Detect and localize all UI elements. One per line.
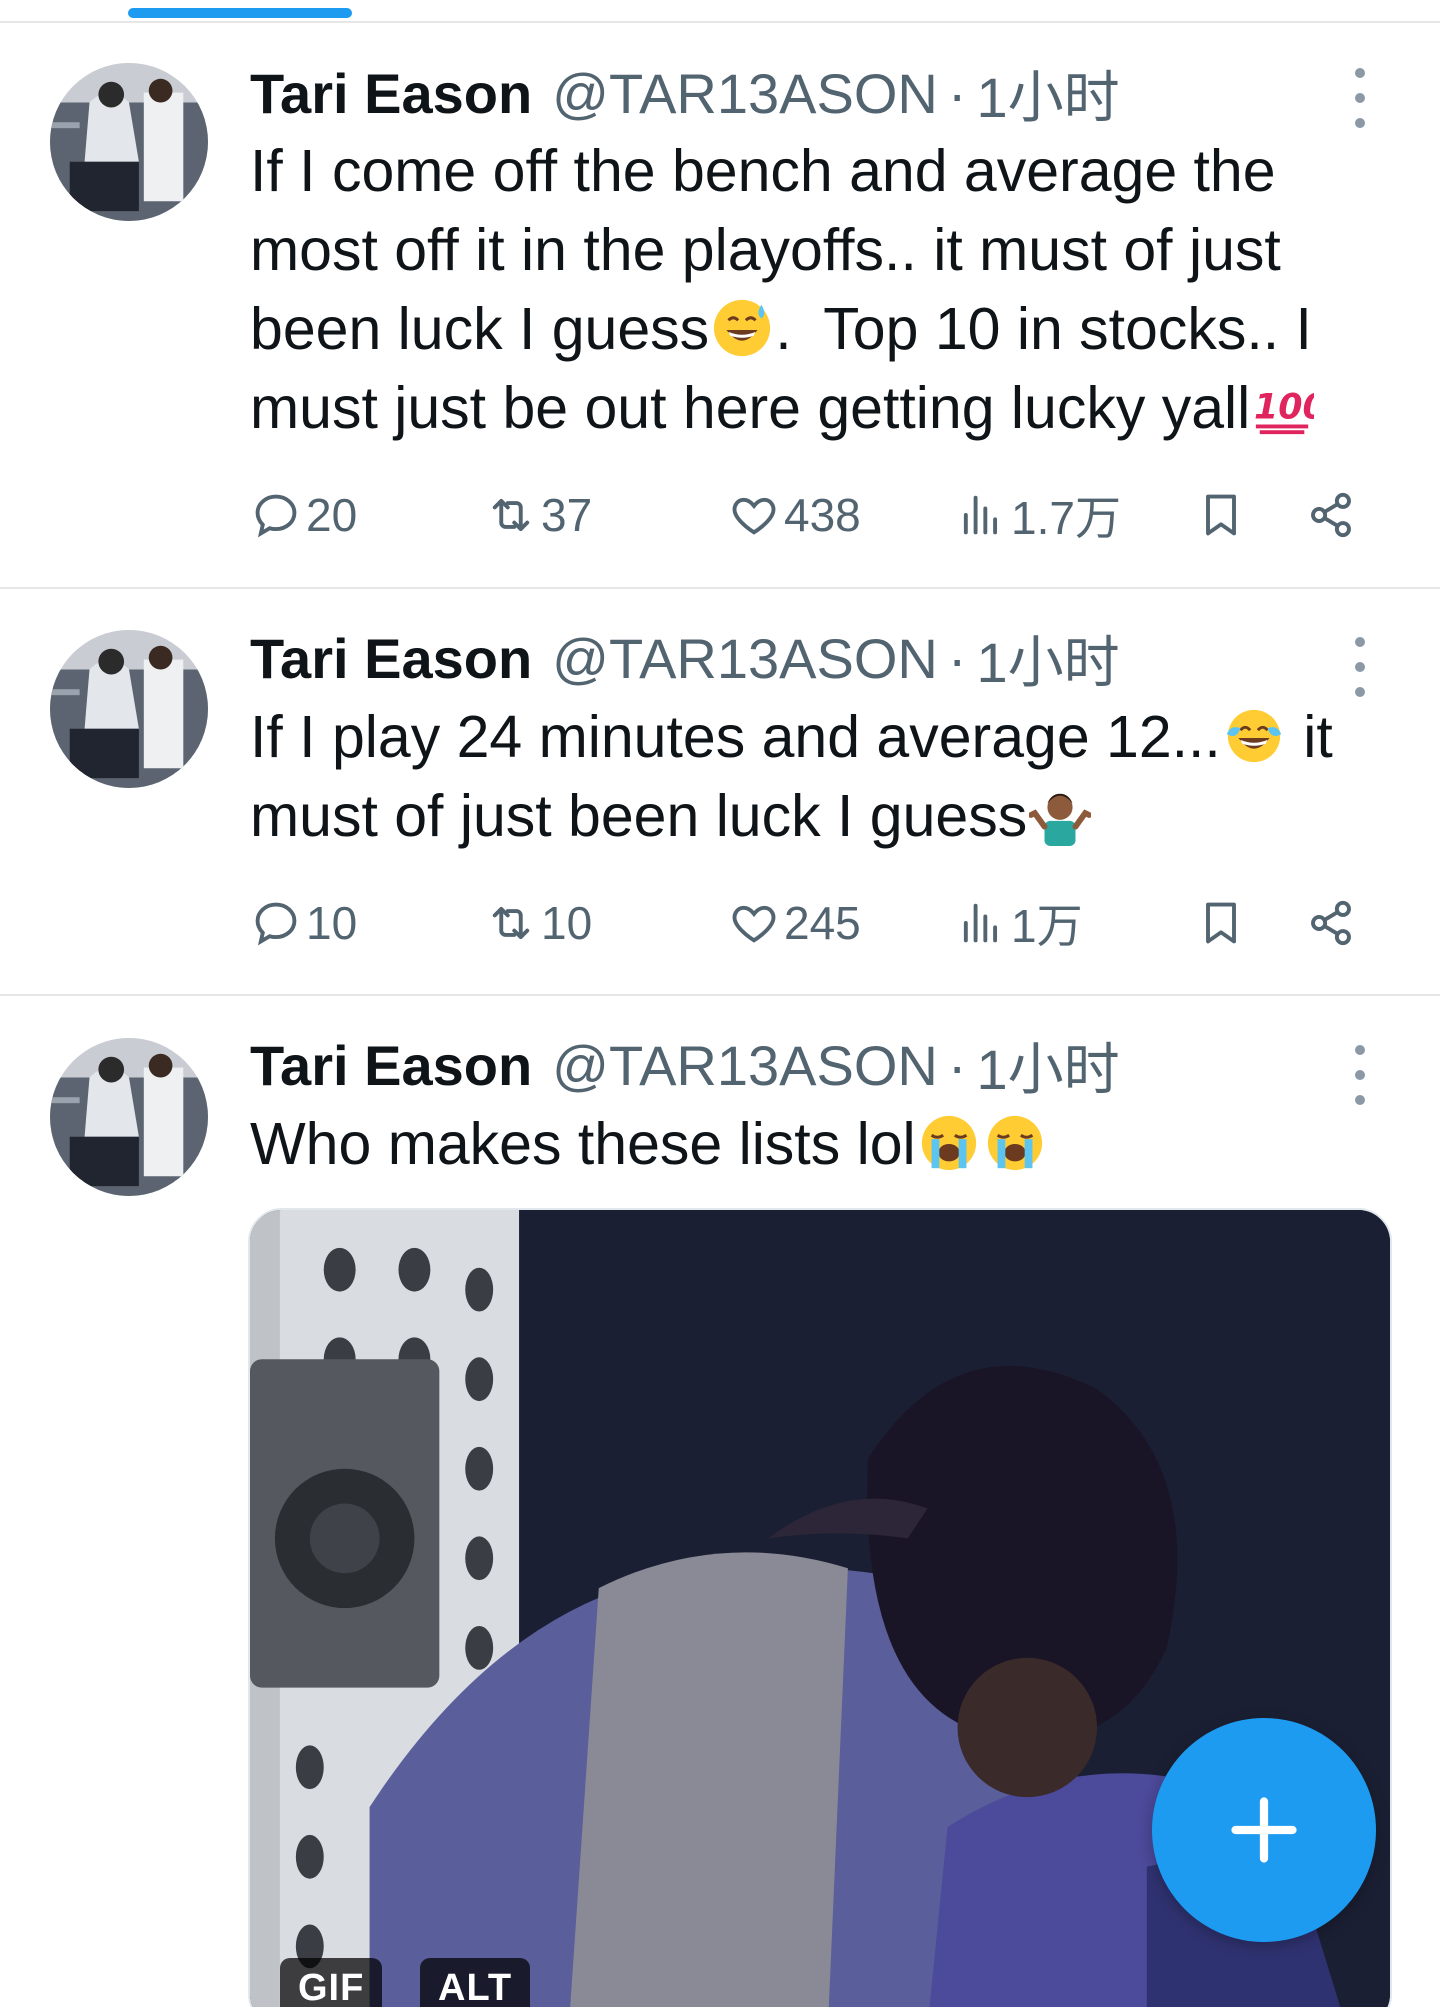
retweet-icon	[492, 906, 530, 940]
views-button[interactable]: 1万	[955, 888, 1083, 958]
views-icon	[963, 903, 998, 943]
heart-icon	[732, 497, 776, 535]
avatar[interactable]	[50, 1038, 208, 1196]
author-handle[interactable]: @TAR13ASON	[552, 626, 938, 691]
tweet-header: Tari Eason @TAR13ASON · 1小时	[250, 58, 1120, 129]
author-name[interactable]: Tari Eason	[250, 1033, 532, 1098]
divider	[0, 994, 1440, 996]
more-options-icon[interactable]	[1345, 68, 1375, 128]
tweet-text: If I come off the bench and average the …	[250, 132, 1390, 448]
reply-count: 20	[306, 489, 358, 541]
avatar[interactable]	[50, 630, 208, 788]
tweet-text: If I play 24 minutes and average 12... i…	[250, 698, 1390, 856]
more-options-icon[interactable]	[1345, 637, 1375, 697]
author-name[interactable]: Tari Eason	[250, 61, 532, 126]
reply-icon	[255, 902, 297, 946]
views-button[interactable]: 1.7万	[955, 480, 1121, 550]
gif-badge: GIF	[280, 1958, 383, 2007]
retweet-count: 37	[541, 489, 593, 541]
svg-text:100: 100	[1254, 388, 1314, 428]
compose-button[interactable]	[1152, 1718, 1376, 1942]
sweat-smile-emoji	[714, 299, 771, 357]
reply-count: 10	[306, 897, 358, 949]
loudly-crying-emoji	[921, 1115, 976, 1171]
like-count: 245	[784, 897, 861, 949]
like-button[interactable]: 245	[728, 888, 861, 958]
bookmark-icon[interactable]	[1195, 489, 1247, 541]
author-handle[interactable]: @TAR13ASON	[552, 1033, 938, 1098]
reply-button[interactable]: 20	[250, 480, 357, 550]
like-button[interactable]: 438	[728, 480, 861, 550]
tweet-text: Who makes these lists lol	[250, 1105, 1390, 1184]
timestamp[interactable]: 1小时	[977, 53, 1120, 134]
more-options-icon[interactable]	[1345, 1045, 1375, 1105]
person-shrugging-emoji	[1029, 793, 1092, 846]
loudly-crying-emoji	[987, 1115, 1042, 1171]
tweet-header: Tari Eason @TAR13ASON · 1小时	[250, 623, 1120, 694]
retweet-button[interactable]: 10	[485, 888, 592, 958]
tears-of-joy-emoji	[1226, 709, 1281, 763]
tweet-header: Tari Eason @TAR13ASON · 1小时	[250, 1030, 1120, 1101]
tweet-actions: 10 10 245 1万	[250, 888, 1380, 958]
active-tab-indicator	[128, 8, 352, 18]
tweet-text-part: If I play 24 minutes and average 12...	[250, 704, 1221, 770]
timestamp[interactable]: 1小时	[977, 1025, 1120, 1106]
separator: ·	[947, 1033, 967, 1097]
reply-icon	[255, 494, 297, 538]
share-icon[interactable]	[1305, 897, 1357, 949]
bookmark-icon[interactable]	[1195, 897, 1247, 949]
view-count: 1.7万	[1011, 492, 1121, 544]
divider	[0, 21, 1440, 23]
avatar-photo	[50, 630, 208, 788]
share-icon[interactable]	[1305, 489, 1357, 541]
tweet-text-part: Who makes these lists lol	[250, 1111, 916, 1177]
reply-button[interactable]: 10	[250, 888, 357, 958]
views-icon	[963, 495, 998, 535]
separator: ·	[947, 61, 967, 125]
separator: ·	[947, 626, 967, 690]
plus-icon	[1231, 1797, 1297, 1863]
avatar-photo	[50, 63, 208, 221]
like-count: 438	[784, 489, 861, 541]
divider	[0, 587, 1440, 589]
author-name[interactable]: Tari Eason	[250, 626, 532, 691]
retweet-icon	[492, 498, 530, 532]
view-count: 1万	[1011, 900, 1083, 952]
hundred-points-emoji: 100	[1254, 388, 1314, 435]
tweet-actions: 20 37 438 1.7万	[250, 480, 1380, 550]
retweet-count: 10	[541, 897, 593, 949]
retweet-button[interactable]: 37	[485, 480, 592, 550]
alt-text-badge[interactable]: ALT	[420, 1958, 531, 2007]
author-handle[interactable]: @TAR13ASON	[552, 61, 938, 126]
timestamp[interactable]: 1小时	[977, 618, 1120, 699]
avatar-photo	[50, 1038, 208, 1196]
heart-icon	[732, 905, 776, 943]
avatar[interactable]	[50, 63, 208, 221]
